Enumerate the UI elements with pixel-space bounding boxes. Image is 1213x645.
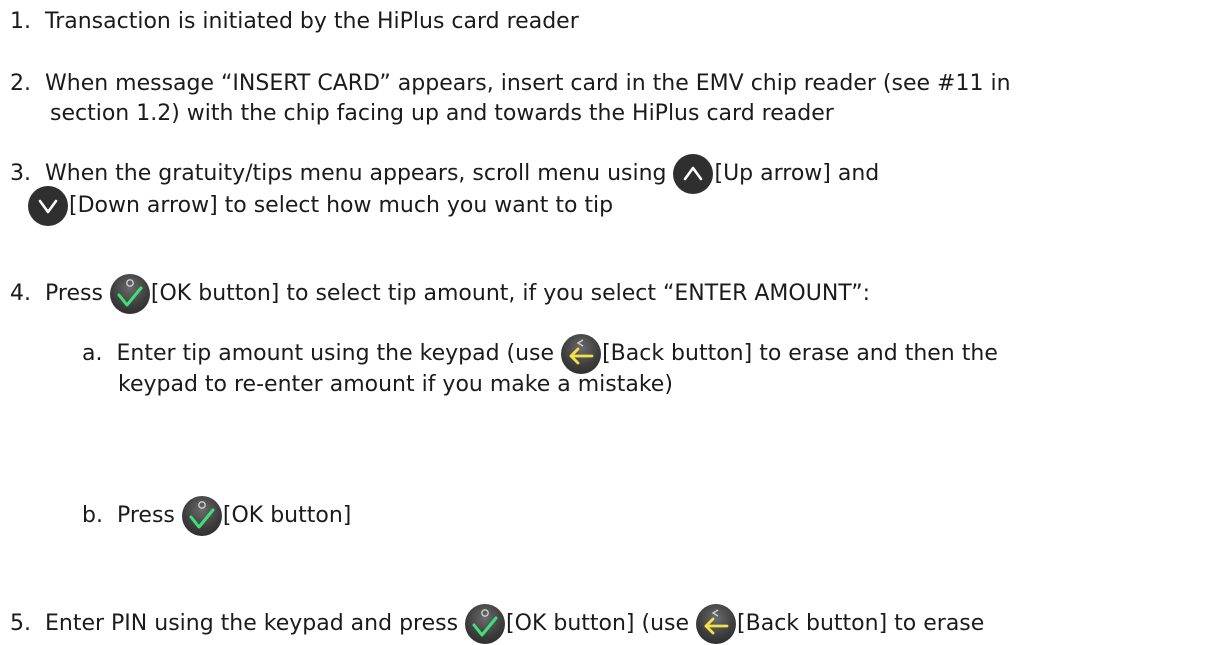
step-text: keypad to re-enter amount if you make a … [118, 372, 673, 397]
back-arrow-icon [561, 334, 602, 374]
back-arrow-icon [696, 604, 737, 644]
step-text: Enter tip amount using the keypad (use [116, 341, 562, 366]
step-text: Enter PIN using the keypad and press [45, 611, 466, 636]
step-2-line-1: 2. When message “INSERT CARD” appears, i… [10, 68, 1011, 99]
ok-check-icon [109, 274, 150, 314]
step-text: [Back button] to erase [737, 611, 985, 636]
step-text: Press [45, 281, 110, 306]
step-text: [OK button] to select tip amount, if you… [150, 281, 871, 306]
step-text: When message “INSERT CARD” appears, inse… [45, 71, 1011, 96]
ok-check-icon [465, 604, 506, 644]
step-4a-line-1: a. Enter tip amount using the keypad (us… [82, 334, 998, 374]
step-number: 2. [10, 71, 31, 96]
step-3-line-2: [Down arrow] to select how much you want… [28, 186, 614, 226]
step-4a-line-2: keypad to re-enter amount if you make a … [118, 369, 673, 400]
down-arrow-icon [28, 186, 68, 226]
step-number: 3. [10, 161, 31, 186]
step-3-line-1: 3. When the gratuity/tips menu appears, … [10, 154, 880, 194]
step-number: 1. [10, 9, 31, 34]
step-4: 4. Press [OK button] to select tip amoun… [10, 274, 871, 314]
ok-check-icon [181, 496, 222, 536]
up-arrow-icon [673, 154, 714, 194]
step-text: Transaction is initiated by the HiPlus c… [45, 9, 579, 34]
step-text: [OK button] [222, 503, 352, 528]
step-number: 5. [10, 611, 31, 636]
step-2-line-2: section 1.2) with the chip facing up and… [50, 98, 834, 129]
step-text: [Up arrow] and [714, 161, 880, 186]
step-letter: b. [82, 503, 103, 528]
step-1: 1. Transaction is initiated by the HiPlu… [10, 6, 579, 37]
step-number: 4. [10, 281, 31, 306]
step-text: When the gratuity/tips menu appears, scr… [45, 161, 674, 186]
step-text: Press [116, 503, 182, 528]
step-text: section 1.2) with the chip facing up and… [50, 101, 834, 126]
step-5: 5. Enter PIN using the keypad and press … [10, 604, 985, 644]
step-letter: a. [82, 341, 103, 366]
step-text: [Back button] to erase and then the [602, 341, 998, 366]
step-text: [Down arrow] to select how much you want… [69, 193, 614, 218]
step-text: [OK button] (use [506, 611, 697, 636]
step-4b: b. Press [OK button] [82, 496, 352, 536]
